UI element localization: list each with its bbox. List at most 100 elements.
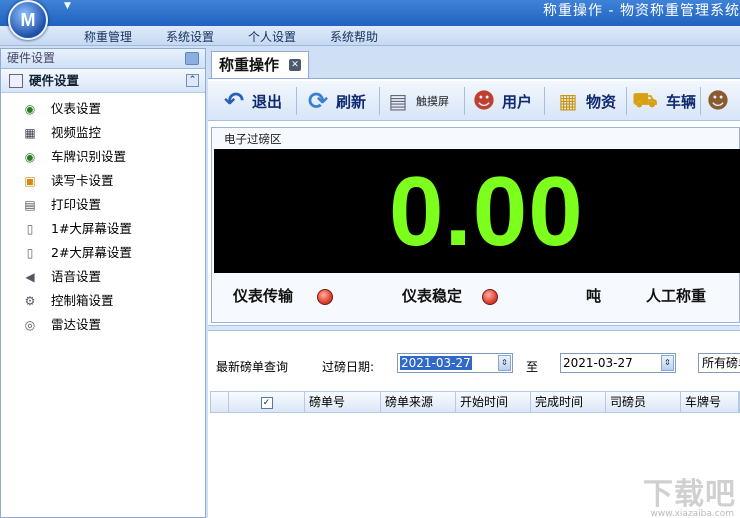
select-all-checkbox[interactable]: ✓ — [260, 396, 273, 409]
sidebar-item-card-reader[interactable]: ▣ 读写卡设置 — [1, 169, 205, 193]
exit-label: 退出 — [252, 92, 283, 111]
sidebar-header: 硬件设置 — [1, 49, 205, 69]
toolbar-separator — [544, 87, 545, 115]
sidebar-item-screen-2[interactable]: ▯ 2#大屏幕设置 — [1, 241, 205, 265]
column-header[interactable]: 开始时间 — [456, 392, 531, 413]
sidebar-item-label: 雷达设置 — [51, 317, 102, 332]
quick-access-dropdown-icon[interactable]: ▼ — [64, 1, 71, 11]
weight-value: 0.00 — [389, 156, 584, 266]
printer-icon: ▤ — [24, 198, 36, 212]
tab-label: 称重操作 — [219, 56, 280, 74]
sidebar-item-print[interactable]: ▤ 打印设置 — [1, 193, 205, 217]
content-panel: ↶ 退出 ⟳ 刷新 ▤ 触摸屏 ☻ 用户 ▦ 物资 ⛟ 车辆 ☻ 电子过磅区 0… — [208, 78, 740, 518]
vehicle-button[interactable]: ⛟ 车辆 — [628, 85, 696, 117]
material-button[interactable]: ▦ 物资 — [554, 85, 616, 117]
material-icon: ▦ — [558, 89, 578, 113]
sidebar-item-screen-1[interactable]: ▯ 1#大屏幕设置 — [1, 217, 205, 241]
sidebar-item-label: 车牌识别设置 — [51, 149, 127, 164]
sidebar-item-label: 1#大屏幕设置 — [51, 221, 132, 236]
user-settings-icon: ☻ — [706, 88, 730, 114]
tab-weighing-operation[interactable]: 称重操作 ✕ — [211, 51, 309, 78]
table-header: ✓ 磅单号 磅单来源 开始时间 完成时间 司磅员 车牌号 — [210, 391, 740, 413]
menu-system-help[interactable]: 系统帮助 — [330, 28, 378, 45]
splitter[interactable] — [208, 325, 740, 331]
sidebar-item-label: 读写卡设置 — [51, 173, 114, 188]
menu-personal-settings[interactable]: 个人设置 — [248, 28, 296, 45]
sidebar-item-video[interactable]: ▦ 视频监控 — [1, 121, 205, 145]
column-header[interactable]: 磅单号 — [305, 392, 381, 413]
toolbar-separator — [464, 87, 465, 115]
close-icon[interactable]: ✕ — [289, 59, 301, 71]
query-bar: 最新磅单查询 过磅日期: 2021-03-27 ⇕ 至 2021-03-27 ⇕… — [208, 351, 740, 377]
refresh-icon: ⟳ — [307, 87, 329, 115]
menu-system-settings[interactable]: 系统设置 — [166, 28, 214, 45]
to-label: 至 — [526, 360, 539, 374]
date-from-value: 2021-03-27 — [400, 356, 472, 370]
truck-icon: ⛟ — [632, 87, 658, 112]
column-header[interactable]: 司磅员 — [606, 392, 681, 413]
manual-weigh-button[interactable]: 人工称重 — [646, 284, 706, 308]
menu-weighing-management[interactable]: 称重管理 — [84, 28, 132, 45]
sidebar: 硬件设置 硬件设置 ⌃ ◉ 仪表设置 ▦ 视频监控 ◉ 车牌识别设置 ▣ 读写卡… — [0, 48, 206, 518]
speaker-icon: ◀ — [25, 270, 35, 284]
meter-stable-label: 仪表稳定 — [402, 287, 463, 305]
query-title: 最新磅单查询 — [216, 360, 289, 374]
sidebar-item-plate-recognition[interactable]: ◉ 车牌识别设置 — [1, 145, 205, 169]
sidebar-item-meter[interactable]: ◉ 仪表设置 — [1, 97, 205, 121]
sidebar-item-label: 控制箱设置 — [51, 293, 114, 308]
column-header[interactable]: 完成时间 — [531, 392, 606, 413]
exit-button[interactable]: ↶ 退出 — [220, 85, 282, 117]
sidebar-item-label: 语音设置 — [51, 269, 102, 284]
hardware-icon — [9, 74, 23, 88]
sidebar-item-radar[interactable]: ◎ 雷达设置 — [1, 313, 205, 337]
sidebar-item-label: 打印设置 — [51, 197, 102, 212]
refresh-label: 刷新 — [336, 92, 367, 111]
spinner-icon[interactable]: ⇕ — [498, 355, 511, 371]
sidebar-item-label: 2#大屏幕设置 — [51, 245, 132, 260]
document-icon: ▤ — [388, 89, 408, 113]
screen-icon: ▯ — [26, 246, 34, 260]
toolbar: ↶ 退出 ⟳ 刷新 ▤ 触摸屏 ☻ 用户 ▦ 物资 ⛟ 车辆 ☻ — [208, 81, 740, 121]
vehicle-label: 车辆 — [666, 92, 697, 111]
app-menu-button[interactable]: M — [8, 0, 48, 40]
touchscreen-button[interactable]: ▤ 触摸屏 — [384, 85, 449, 117]
window-title: 称重操作 - 物资称重管理系统 — [543, 3, 740, 19]
user-button[interactable]: ☻ 用户 — [470, 85, 532, 117]
user-settings-button[interactable]: ☻ — [704, 85, 736, 117]
pin-icon[interactable] — [185, 52, 199, 65]
sidebar-item-voice[interactable]: ◀ 语音设置 — [1, 265, 205, 289]
control-box-icon: ⚙ — [24, 294, 36, 308]
radar-icon: ◎ — [24, 318, 36, 332]
card-reader-icon: ▣ — [24, 174, 36, 188]
spinner-icon[interactable]: ⇕ — [661, 355, 674, 371]
scale-area-label: 电子过磅区 — [224, 132, 282, 146]
scale-panel: 电子过磅区 0.00 仪表传输 仪表稳定 吨 人工称重 — [211, 127, 740, 323]
date-from-field[interactable]: 2021-03-27 ⇕ — [397, 353, 513, 373]
toolbar-separator — [700, 87, 701, 115]
screen-icon: ▯ — [26, 222, 34, 236]
watermark-url: www.xiazaiba.com — [650, 509, 734, 518]
sidebar-item-control-box[interactable]: ⚙ 控制箱设置 — [1, 289, 205, 313]
refresh-button[interactable]: ⟳ 刷新 — [304, 85, 366, 117]
user-icon: ☻ — [472, 88, 496, 114]
meter-transmission-led-icon — [317, 289, 333, 305]
unit-label: 吨 — [586, 287, 602, 305]
column-header[interactable]: 车牌号 — [681, 392, 739, 413]
menu-bar: 称重管理 系统设置 个人设置 系统帮助 — [0, 26, 740, 46]
touchscreen-label: 触摸屏 — [416, 95, 449, 108]
watermark-logo: 下载吧 — [643, 477, 736, 512]
sidebar-item-label: 视频监控 — [51, 125, 102, 140]
main-area: 称重操作 ✕ ↶ 退出 ⟳ 刷新 ▤ 触摸屏 ☻ 用户 ▦ 物资 ⛟ 车辆 ☻ … — [208, 48, 740, 518]
sidebar-group-hardware[interactable]: 硬件设置 ⌃ — [1, 69, 205, 93]
select-all-cell: ✓ — [229, 392, 305, 413]
column-header[interactable]: 磅单来源 — [381, 392, 456, 413]
meter-stable-led-icon — [482, 289, 498, 305]
plate-recognition-icon: ◉ — [24, 150, 36, 164]
row-header-cell — [211, 392, 229, 413]
toolbar-separator — [379, 87, 380, 115]
date-to-field[interactable]: 2021-03-27 ⇕ — [560, 353, 676, 373]
collapse-icon[interactable]: ⌃ — [186, 74, 199, 87]
sidebar-item-label: 仪表设置 — [51, 101, 102, 116]
bill-filter-select[interactable]: 所有磅单 — [698, 353, 740, 373]
weigh-bill-table: ✓ 磅单号 磅单来源 开始时间 完成时间 司磅员 车牌号 下载吧 www.xia… — [210, 391, 740, 518]
